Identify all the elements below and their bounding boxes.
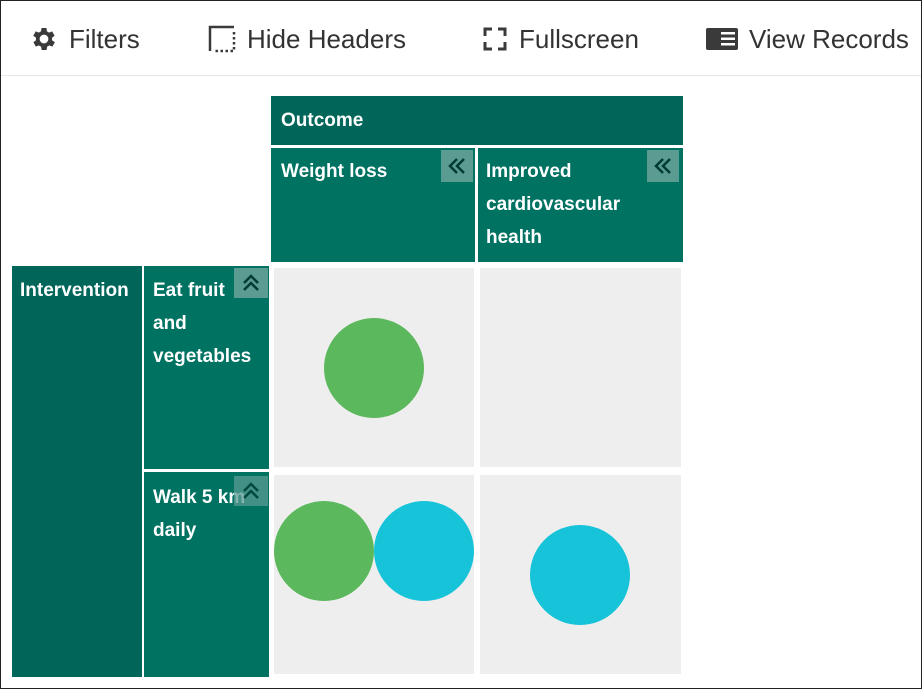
cell-eat-cardio[interactable] <box>480 268 681 467</box>
collapse-left-icon[interactable] <box>647 150 679 182</box>
cell-walk-weight-loss[interactable] <box>274 475 474 674</box>
eat-fruit-label-line-1: Eat fruit <box>153 280 225 301</box>
column-item-weight-loss: Weight loss <box>271 148 475 262</box>
fullscreen-label: Fullscreen <box>519 23 639 54</box>
view-records-button[interactable]: View Records <box>705 21 909 57</box>
green-marker[interactable] <box>274 501 374 601</box>
cardio-label-line-1: Improved <box>486 161 572 182</box>
walk-label-line-2: daily <box>153 520 197 541</box>
view-records-label: View Records <box>749 23 909 54</box>
column-item-cardio: Improved cardiovascular health <box>478 148 683 262</box>
outcome-label: Outcome <box>281 110 364 131</box>
collapse-up-icon[interactable] <box>234 476 268 506</box>
fullscreen-icon <box>481 25 509 53</box>
filters-label: Filters <box>69 23 140 54</box>
hide-headers-button[interactable]: Hide Headers <box>207 21 406 57</box>
collapse-up-icon[interactable] <box>234 268 268 298</box>
hide-headers-label: Hide Headers <box>247 23 406 54</box>
walk-label-line-1: Walk 5 km <box>153 487 246 508</box>
green-marker[interactable] <box>324 318 424 418</box>
cyan-marker[interactable] <box>374 501 474 601</box>
collapse-left-icon[interactable] <box>441 150 473 182</box>
row-item-eat-fruit: Eat fruit and vegetables <box>144 266 269 469</box>
hide-headers-icon <box>207 24 237 54</box>
row-header-intervention: Intervention <box>12 266 142 677</box>
cell-eat-weight-loss[interactable] <box>274 268 474 467</box>
intervention-label: Intervention <box>20 280 129 301</box>
gear-icon <box>29 24 59 54</box>
fullscreen-button[interactable]: Fullscreen <box>481 21 639 57</box>
toolbar: Filters Hide Headers Fullscreen View Rec… <box>1 1 921 76</box>
cardio-label-line-3: health <box>486 227 542 248</box>
weight-loss-label: Weight loss <box>281 161 388 182</box>
eat-fruit-label-line-2: and <box>153 313 187 334</box>
view-records-icon <box>705 26 739 52</box>
row-item-walk: Walk 5 km daily <box>144 472 269 677</box>
cell-walk-cardio[interactable] <box>480 475 681 674</box>
cardio-label-line-2: cardiovascular <box>486 194 621 215</box>
cyan-marker[interactable] <box>530 525 630 625</box>
eat-fruit-label-line-3: vegetables <box>153 346 252 367</box>
filters-button[interactable]: Filters <box>29 21 140 57</box>
column-header-outcome: Outcome <box>271 96 683 145</box>
